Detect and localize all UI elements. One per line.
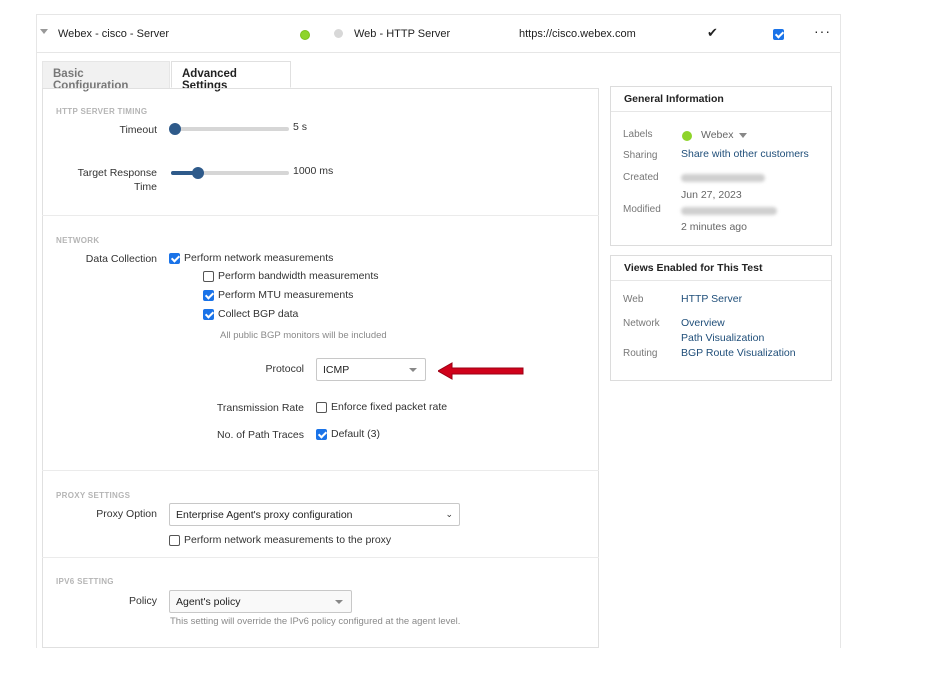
section-divider [42, 215, 599, 216]
enforce-rate-label: Enforce fixed packet rate [331, 401, 448, 413]
modified-by-redacted [681, 207, 777, 215]
sharing-link[interactable]: Share with other customers [681, 148, 809, 160]
test-url: https://cisco.webex.com [519, 28, 636, 40]
perform-network-label: Perform network measurements [184, 252, 334, 264]
proxy-option-label: Proxy Option [96, 508, 157, 520]
label-color-dot-icon [682, 131, 692, 141]
bgp-checkbox[interactable] [203, 308, 214, 320]
target-response-value: 1000 ms [293, 165, 334, 177]
path-visualization-link[interactable]: Path Visualization [681, 332, 764, 344]
created-by-redacted [681, 174, 765, 182]
section-http-timing: HTTP SERVER TIMING [56, 107, 148, 116]
created-key: Created [623, 172, 659, 183]
protocol-label: Protocol [265, 363, 304, 375]
general-information-title: General Information [611, 87, 831, 112]
tab-basic-configuration[interactable]: Basic Configuration [42, 61, 170, 92]
mtu-checkbox[interactable] [203, 289, 214, 301]
modified-date: 2 minutes ago [681, 221, 747, 233]
dropdown-caret-icon [409, 367, 417, 372]
bgp-option[interactable]: Collect BGP data [203, 308, 298, 320]
routing-key: Routing [623, 348, 658, 359]
enforce-rate-checkbox[interactable] [316, 401, 327, 413]
test-name: Webex - cisco - Server [58, 28, 170, 40]
test-type: Web - HTTP Server [354, 28, 451, 40]
path-traces-option[interactable]: Default (3) [316, 428, 380, 440]
data-collection-label: Data Collection [85, 253, 157, 265]
bandwidth-label: Perform bandwidth measurements [218, 270, 379, 282]
policy-select[interactable]: Agent's policy [169, 590, 352, 613]
collapse-caret-icon[interactable] [40, 29, 48, 34]
labels-value-text: Webex [701, 129, 734, 141]
proxy-option-value: Enterprise Agent's proxy configuration [176, 508, 353, 521]
to-proxy-checkbox[interactable] [169, 534, 180, 546]
section-proxy: PROXY SETTINGS [56, 491, 131, 500]
mtu-label: Perform MTU measurements [218, 289, 354, 301]
path-traces-label: No. of Path Traces [217, 429, 304, 441]
target-response-label-1: Target Response [77, 167, 157, 179]
enforce-rate-option[interactable]: Enforce fixed packet rate [316, 401, 447, 413]
enabled-check-icon: ✔ [707, 25, 718, 40]
to-proxy-option[interactable]: Perform network measurements to the prox… [169, 534, 391, 546]
proxy-option-select[interactable]: Enterprise Agent's proxy configuration ⌄ [169, 503, 460, 526]
views-enabled-title: Views Enabled for This Test [611, 256, 831, 281]
web-key: Web [623, 294, 644, 305]
timeout-value: 5 s [293, 121, 308, 133]
mtu-option[interactable]: Perform MTU measurements [203, 289, 353, 301]
bandwidth-checkbox[interactable] [203, 270, 214, 282]
perform-network-option[interactable]: Perform network measurements [169, 252, 333, 264]
status-dot-icon [300, 30, 310, 40]
section-network: NETWORK [56, 236, 100, 245]
timeout-slider-handle[interactable] [169, 123, 181, 135]
bgp-route-visualization-link[interactable]: BGP Route Visualization [681, 347, 796, 359]
sharing-key: Sharing [623, 150, 658, 161]
labels-value[interactable]: Webex [701, 129, 747, 141]
timeout-slider-track[interactable] [171, 127, 289, 131]
perform-network-checkbox[interactable] [169, 252, 180, 264]
path-traces-checkbox[interactable] [316, 428, 327, 440]
section-ipv6: IPV6 SETTING [56, 577, 114, 586]
policy-label: Policy [128, 595, 157, 607]
caret-down-icon [738, 132, 747, 138]
bgp-hint: All public BGP monitors will be included [220, 330, 387, 341]
row-select-checkbox[interactable] [773, 29, 784, 40]
transmission-rate-label: Transmission Rate [216, 402, 304, 414]
modified-key: Modified [623, 204, 661, 215]
timeout-label: Timeout [119, 124, 157, 136]
protocol-value: ICMP [323, 363, 350, 376]
more-options-icon[interactable]: ··· [814, 23, 831, 39]
bgp-label: Collect BGP data [218, 308, 299, 320]
path-traces-value: Default (3) [331, 428, 381, 440]
red-arrow-annotation [438, 362, 524, 380]
policy-hint: This setting will override the IPv6 poli… [170, 616, 461, 627]
overview-view-link[interactable]: Overview [681, 317, 725, 329]
http-server-view-link[interactable]: HTTP Server [681, 293, 742, 305]
target-response-label-2: Time [134, 181, 157, 193]
bandwidth-option[interactable]: Perform bandwidth measurements [203, 270, 379, 282]
chevron-down-icon: ⌄ [445, 509, 453, 519]
created-date: Jun 27, 2023 [681, 189, 742, 201]
labels-key: Labels [623, 129, 653, 140]
views-enabled-card: Views Enabled for This Test Web HTTP Ser… [610, 255, 832, 381]
section-divider [42, 470, 599, 471]
general-information-card: General Information Labels Webex Sharing… [610, 86, 832, 246]
test-row[interactable]: Webex - cisco - Server Web - HTTP Server… [36, 15, 841, 53]
section-divider [42, 557, 599, 558]
network-key: Network [623, 318, 660, 329]
dropdown-caret-icon [335, 599, 343, 604]
to-proxy-label: Perform network measurements to the prox… [184, 534, 392, 546]
policy-value: Agent's policy [176, 595, 241, 608]
globe-icon [334, 29, 343, 38]
tab-advanced-settings[interactable]: Advanced Settings [171, 61, 291, 92]
protocol-select[interactable]: ICMP [316, 358, 426, 381]
